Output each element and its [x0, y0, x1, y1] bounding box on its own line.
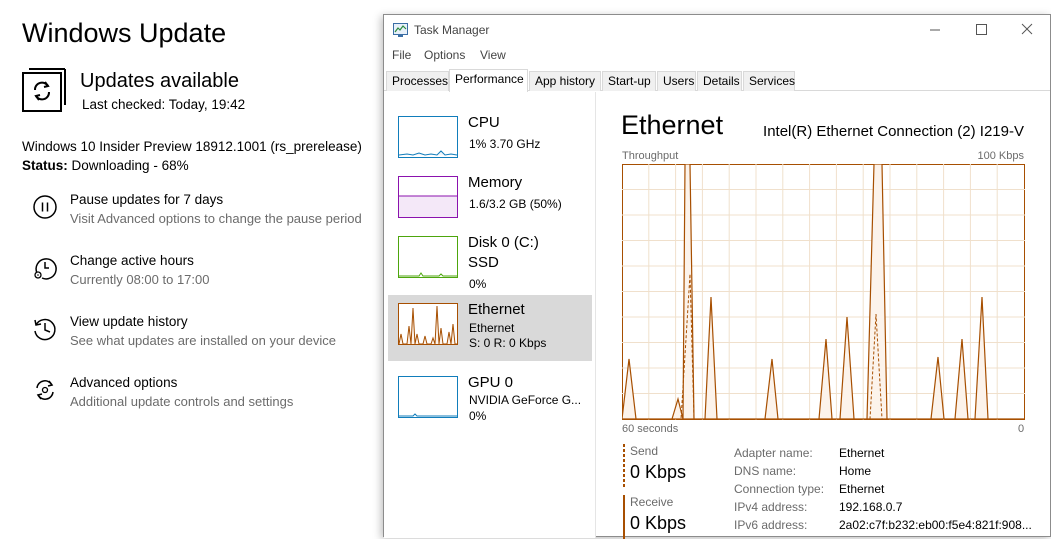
resource-name: GPU 0: [468, 374, 514, 391]
advanced-options-option[interactable]: Advanced options Additional update contr…: [32, 375, 382, 419]
adapter-description: Intel(R) Ethernet Connection (2) I219-V: [763, 123, 1024, 140]
minimize-icon: [930, 29, 940, 31]
status-value: Downloading - 68%: [67, 158, 189, 173]
close-button[interactable]: [1004, 15, 1050, 45]
tab-start-up[interactable]: Start-up: [602, 71, 656, 91]
tab-details[interactable]: Details: [697, 71, 742, 91]
gpu-thumbnail-graph: [398, 376, 458, 418]
dns-name-label: DNS name:: [734, 464, 797, 478]
send-value: 0 Kbps: [630, 462, 687, 482]
active-hours-icon: [34, 258, 57, 280]
dns-name-value: Home: [839, 464, 872, 478]
resource-gpu[interactable]: GPU 0 NVIDIA GeForce G... 0%: [388, 368, 592, 434]
resource-disk[interactable]: Disk 0 (C:) SSD 0%: [388, 228, 592, 294]
cpu-thumbnail-graph: [398, 116, 458, 158]
option-description: See what updates are installed on your d…: [70, 333, 336, 348]
resource-adapter: Ethernet: [469, 321, 515, 335]
resource-usage: 0%: [469, 409, 487, 423]
page-title: Windows Update: [22, 18, 227, 48]
menu-file[interactable]: File: [392, 48, 411, 62]
resource-ethernet[interactable]: Ethernet Ethernet S: 0 R: 0 Kbps: [388, 295, 592, 361]
tab-app-history[interactable]: App history: [529, 71, 601, 91]
resource-name: Memory: [468, 174, 523, 191]
build-name: Windows 10 Insider Preview 18912.1001 (r…: [22, 139, 362, 154]
tab-processes[interactable]: Processes: [386, 71, 449, 91]
option-description: Currently 08:00 to 17:00: [70, 272, 210, 287]
memory-thumbnail-graph: [398, 176, 458, 218]
update-status-icon: [22, 68, 66, 112]
adapter-name-label: Adapter name:: [734, 446, 813, 460]
history-icon: [34, 318, 56, 341]
resource-usage: 1.6/3.2 GB (50%): [469, 197, 562, 211]
pause-icon: [33, 195, 57, 219]
adapter-name-value: Ethernet: [839, 446, 885, 460]
updates-status-title: Updates available: [80, 70, 239, 92]
connection-type-label: Connection type:: [734, 482, 825, 496]
menu-options[interactable]: Options: [424, 48, 465, 62]
send-legend-line: [623, 444, 625, 488]
tab-services[interactable]: Services: [743, 71, 795, 91]
receive-label: Receive: [630, 495, 674, 509]
max-scale-label: 100 Kbps: [977, 150, 1024, 162]
option-title: Change active hours: [70, 253, 194, 268]
disk-thumbnail-graph: [398, 236, 458, 278]
resource-memory[interactable]: Memory 1.6/3.2 GB (50%): [388, 168, 592, 234]
windows-update-page: Windows Update Updates available Last ch…: [0, 0, 384, 537]
resource-name: Ethernet: [468, 301, 525, 318]
receive-value: 0 Kbps: [630, 513, 687, 533]
task-manager-icon: [393, 23, 408, 37]
pause-updates-option[interactable]: Pause updates for 7 days Visit Advanced …: [32, 192, 382, 236]
minimize-button[interactable]: [912, 15, 958, 45]
send-label: Send: [630, 444, 659, 458]
view-update-history-option[interactable]: View update history See what updates are…: [32, 314, 382, 358]
resource-cpu[interactable]: CPU 1% 3.70 GHz: [388, 108, 592, 174]
resource-type: SSD: [468, 254, 499, 271]
connection-type-value: Ethernet: [839, 482, 885, 496]
option-title: View update history: [70, 314, 188, 329]
throughput-label: Throughput: [622, 150, 679, 162]
detail-title: Ethernet: [621, 110, 724, 140]
throughput-graph: [622, 164, 1025, 420]
resource-model: NVIDIA GeForce G...: [469, 393, 582, 407]
option-title: Pause updates for 7 days: [70, 192, 224, 207]
maximize-icon: [976, 24, 987, 35]
option-description: Additional update controls and settings: [70, 394, 294, 409]
receive-legend-line: [623, 495, 625, 539]
status-label: Status:: [22, 158, 68, 173]
option-description: Visit Advanced options to change the pau…: [70, 211, 362, 226]
advanced-options-icon: [36, 380, 54, 400]
resource-list: CPU 1% 3.70 GHz Memory 1.6/3.2 GB (50%) …: [384, 92, 596, 538]
ipv4-address-label: IPv4 address:: [734, 500, 808, 514]
tab-strip: Processes Performance App history Start-…: [384, 69, 1050, 92]
close-icon: [1021, 23, 1033, 35]
download-status: Status: Downloading - 68%: [22, 158, 189, 173]
ipv6-address-value: 2a02:c7f:b232:eb00:f5e4:821f:908...: [839, 518, 1032, 532]
tab-performance[interactable]: Performance: [449, 69, 528, 92]
zero-label: 0: [1018, 423, 1025, 435]
ethernet-thumbnail-graph: [398, 303, 458, 345]
window-title: Task Manager: [414, 23, 490, 37]
change-active-hours-option[interactable]: Change active hours Currently 08:00 to 1…: [32, 253, 382, 297]
resource-name: CPU: [468, 114, 500, 131]
last-checked-text: Last checked: Today, 19:42: [82, 97, 246, 112]
ipv6-address-label: IPv6 address:: [734, 518, 808, 532]
ethernet-detail-panel: Ethernet Intel(R) Ethernet Connection (2…: [597, 92, 1050, 539]
menu-view[interactable]: View: [480, 48, 506, 62]
resource-usage: S: 0 R: 0 Kbps: [469, 336, 547, 350]
option-title: Advanced options: [70, 375, 178, 390]
resource-usage: 1% 3.70 GHz: [469, 137, 541, 151]
time-span-label: 60 seconds: [622, 423, 679, 435]
ipv4-address-value: 192.168.0.7: [839, 500, 903, 514]
task-manager-window: Task Manager File Options View Processes…: [383, 14, 1051, 539]
send-stat: Send 0 Kbps: [623, 444, 713, 488]
receive-stat: Receive 0 Kbps: [623, 495, 713, 539]
title-bar[interactable]: Task Manager: [384, 15, 1050, 45]
tab-users[interactable]: Users: [657, 71, 696, 91]
maximize-button[interactable]: [958, 15, 1004, 45]
resource-usage: 0%: [469, 277, 487, 291]
resource-name: Disk 0 (C:): [468, 234, 539, 251]
